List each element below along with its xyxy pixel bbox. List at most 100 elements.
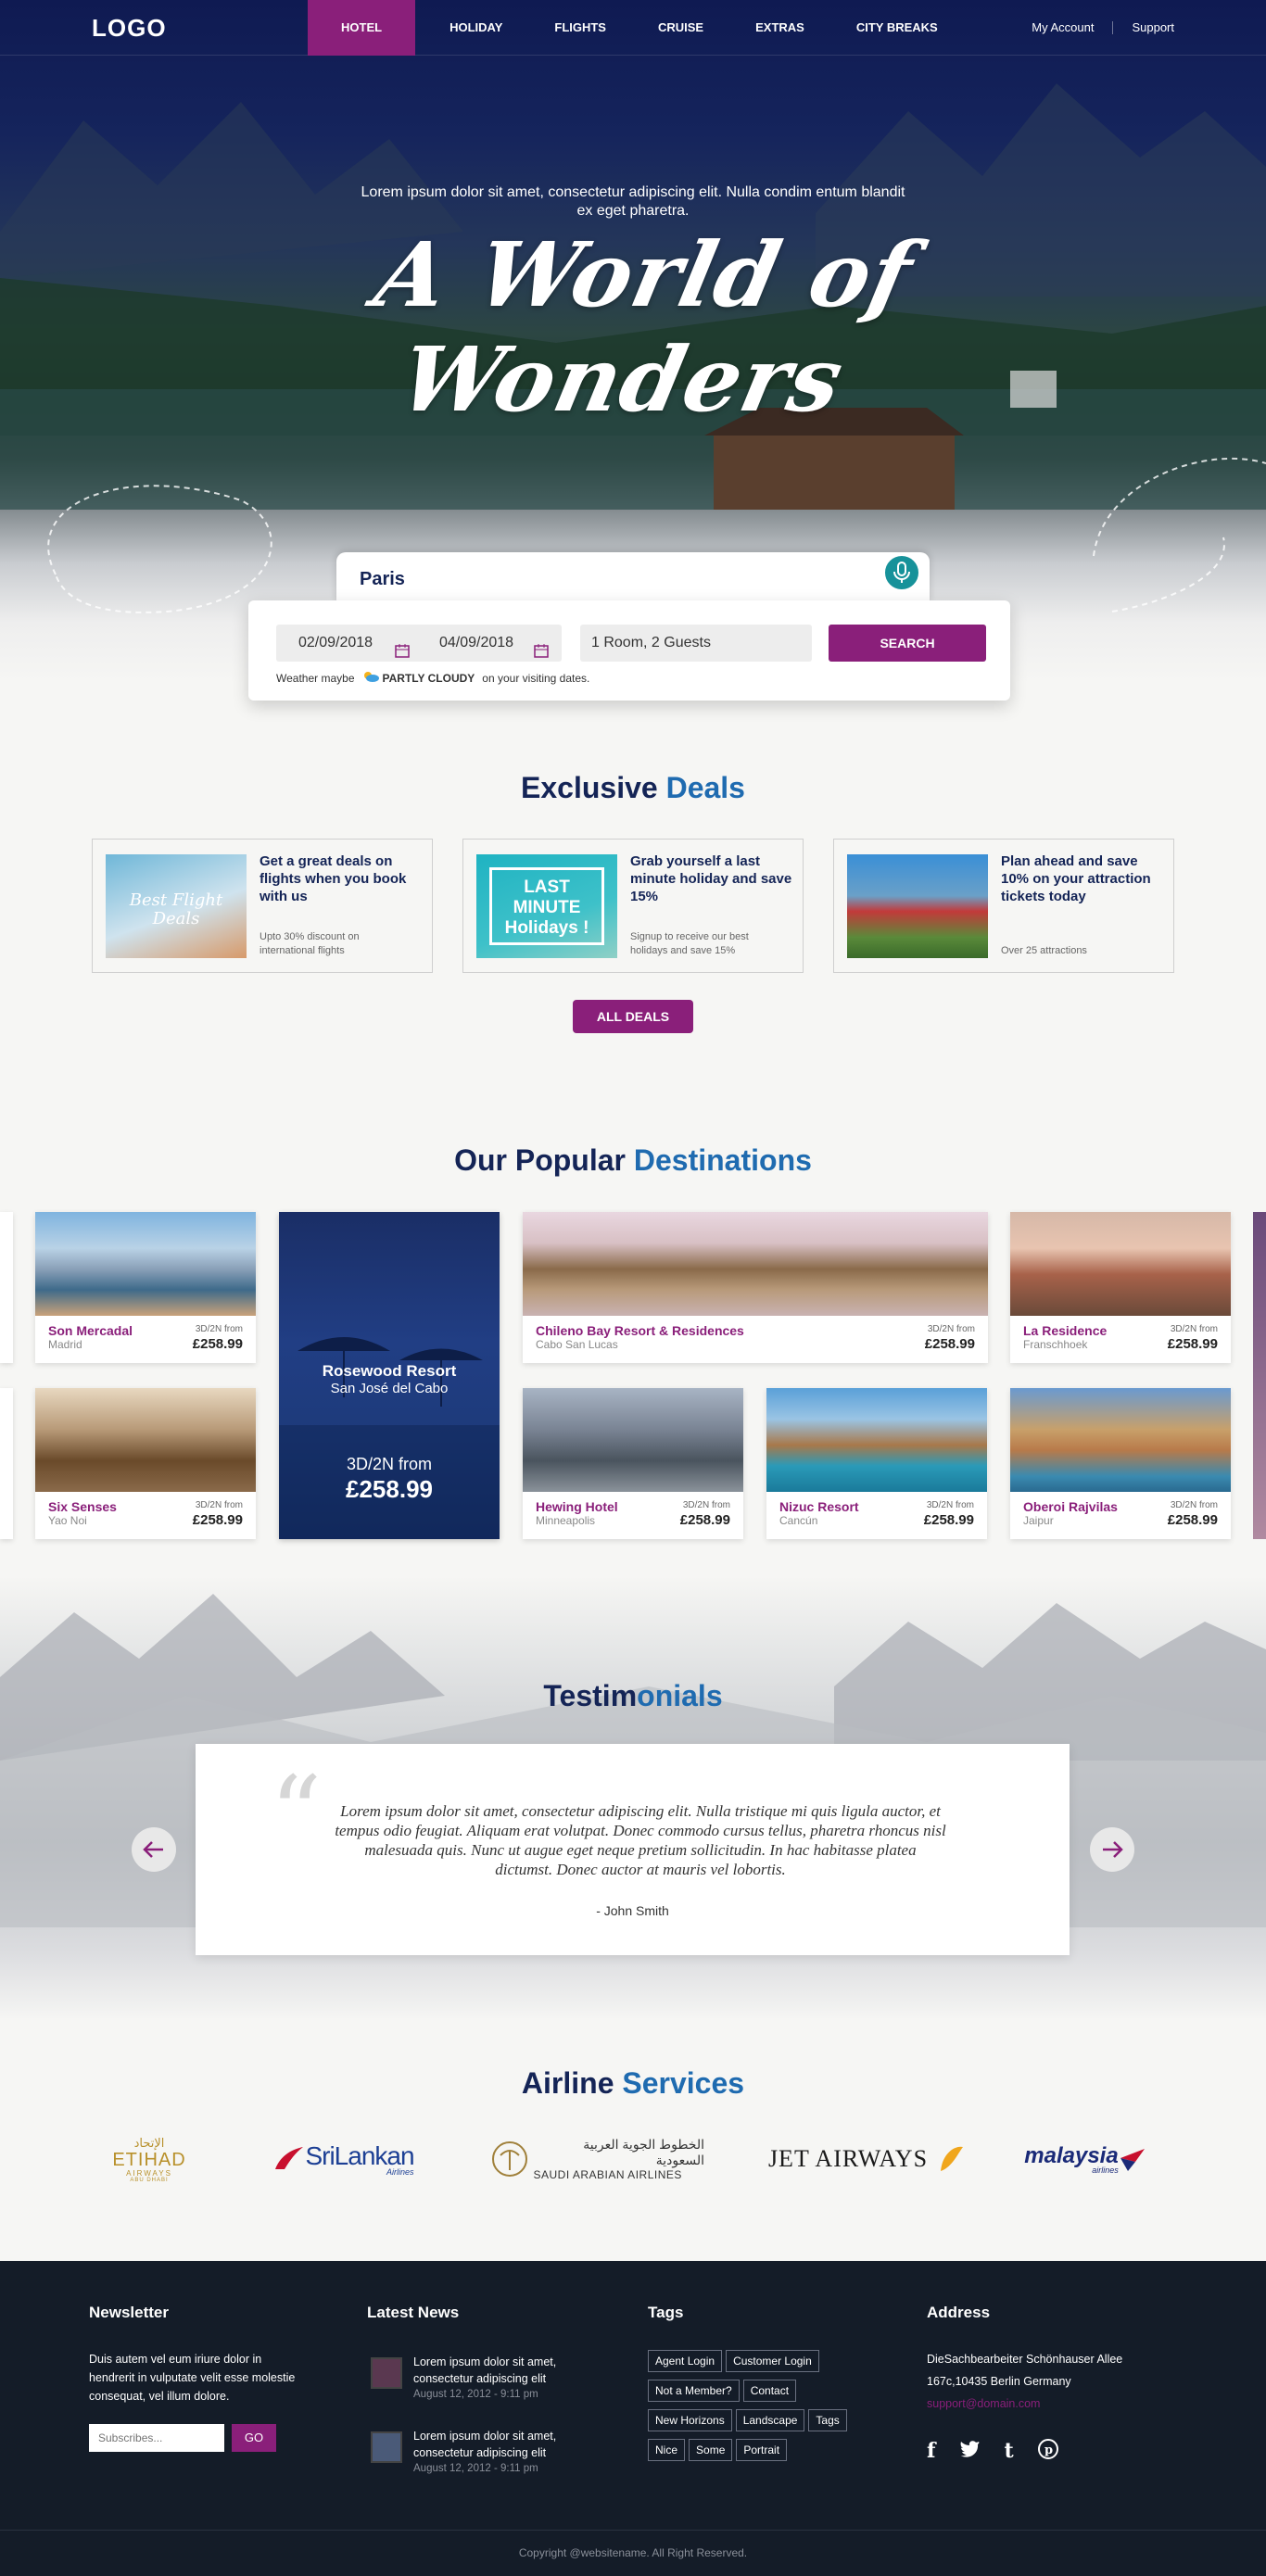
hero-subtitle: Lorem ipsum dolor sit amet, consectetur … <box>361 184 905 219</box>
destination-image <box>1010 1212 1231 1316</box>
tag-new-horizons[interactable]: New Horizons <box>648 2409 732 2431</box>
social-links: f t p <box>927 2439 1058 2465</box>
destination-card[interactable]: Oberoi Rajvilas Jaipur 3D/2N from £258.9… <box>1010 1388 1231 1539</box>
microphone-icon[interactable] <box>881 552 922 593</box>
tag-nice[interactable]: Nice <box>648 2439 686 2461</box>
destination-image <box>766 1388 987 1492</box>
featured-location: San José del Cabo <box>330 1381 449 1396</box>
etihad-arabic: الإتحاد <box>133 2135 165 2150</box>
deal-title[interactable]: Grab yourself a last minute holiday and … <box>630 852 797 905</box>
deal-card[interactable]: Plan ahead and save 10% on your attracti… <box>833 839 1174 973</box>
tag-landscape[interactable]: Landscape <box>735 2409 805 2431</box>
destination-location: Franschhoek <box>1023 1338 1088 1351</box>
destination-card[interactable]: Hewing Hotel Minneapolis 3D/2N from £258… <box>523 1388 743 1539</box>
saudi-logo[interactable]: الخطوط الجوية العربية السعودية SAUDI ARA… <box>491 2131 704 2187</box>
checkin-date[interactable]: 02/09/2018 <box>298 625 373 662</box>
destination-search[interactable]: Paris <box>336 552 930 604</box>
support-email[interactable]: support@domain.com <box>927 2394 1040 2413</box>
destination-name: Oberoi Rajvilas <box>1023 1499 1118 1514</box>
calendar-icon[interactable] <box>534 636 549 658</box>
date-range-field[interactable]: 02/09/2018 04/09/2018 <box>276 625 562 662</box>
partial-card-left[interactable] <box>0 1388 13 1539</box>
destination-card[interactable]: Nizuc Resort Cancún 3D/2N from £258.99 <box>766 1388 987 1539</box>
tag-contact[interactable]: Contact <box>742 2380 797 2402</box>
tag-agent-login[interactable]: Agent Login <box>648 2350 723 2372</box>
divider <box>1112 20 1114 34</box>
tag-some[interactable]: Some <box>689 2439 733 2461</box>
my-account-link[interactable]: My Account <box>1032 20 1094 34</box>
deal-card[interactable]: Best Flight Deals Get a great deals on f… <box>92 839 433 973</box>
destination-image <box>35 1212 256 1316</box>
menu-cruise[interactable]: CRUISE <box>640 0 721 56</box>
destination-image <box>35 1388 256 1492</box>
tag-portrait[interactable]: Portrait <box>736 2439 788 2461</box>
news-title[interactable]: Lorem ipsum dolor sit amet, consectetur … <box>413 2428 580 2461</box>
deal-card[interactable]: LAST MINUTE Holidays ! Grab yourself a l… <box>462 839 804 973</box>
guests-field[interactable]: 1 Room, 2 Guests <box>580 625 812 662</box>
calendar-icon[interactable] <box>395 636 410 658</box>
deal-image-text: Best Flight Deals <box>129 890 223 928</box>
price-prefix: 3D/2N from <box>1170 1324 1218 1334</box>
destination-name: Chileno Bay Resort & Residences <box>536 1323 744 1338</box>
search-panel: 02/09/2018 04/09/2018 1 Room, 2 Guests S… <box>248 600 1010 701</box>
news-title[interactable]: Lorem ipsum dolor sit amet, consectetur … <box>413 2354 580 2387</box>
menu-flights[interactable]: FLIGHTS <box>537 0 624 56</box>
airlines-heading-b: Services <box>622 2066 745 2100</box>
tumblr-icon[interactable]: t <box>1004 2439 1013 2465</box>
newsletter-email-input[interactable] <box>89 2424 224 2452</box>
deal-image-text: LAST MINUTE Holidays ! <box>489 867 604 945</box>
menu-extras[interactable]: EXTRAS <box>738 0 822 56</box>
site-logo[interactable]: LOGO <box>92 14 167 43</box>
partial-card-left[interactable] <box>0 1212 13 1363</box>
prev-arrow-icon[interactable] <box>132 1827 176 1872</box>
featured-name: Rosewood Resort <box>322 1362 457 1380</box>
destination-card[interactable]: Six Senses Yao Noi 3D/2N from £258.99 <box>35 1388 256 1539</box>
facebook-icon[interactable]: f <box>927 2439 935 2465</box>
news-item[interactable]: Lorem ipsum dolor sit amet, consectetur … <box>367 2354 589 2406</box>
support-link[interactable]: Support <box>1132 20 1174 34</box>
pinterest-icon[interactable]: p <box>1037 2439 1058 2465</box>
newsletter-submit-button[interactable]: GO <box>232 2424 276 2452</box>
quote-icon: “ <box>270 1754 323 1873</box>
deal-title[interactable]: Plan ahead and save 10% on your attracti… <box>1001 852 1168 905</box>
all-deals-button[interactable]: ALL DEALS <box>573 1000 693 1033</box>
srilankan-logo[interactable]: SriLankan Airlines <box>264 2131 422 2187</box>
news-thumbnail <box>371 2357 402 2389</box>
price-prefix: 3D/2N from <box>926 1500 974 1510</box>
tag-cloud: Agent Login Customer Login Not a Member? Co… <box>648 2350 870 2469</box>
etihad-logo[interactable]: الإتحاد ETIHAD AIRWAYS ABU DHABI <box>92 2131 207 2187</box>
destination-value[interactable]: Paris <box>360 569 405 590</box>
destination-card[interactable]: Son Mercadal Madrid 3D/2N from £258.99 <box>35 1212 256 1363</box>
etihad-name: ETIHAD <box>112 2149 186 2170</box>
tag-not-a-member[interactable]: Not a Member? <box>648 2380 740 2402</box>
footer-divider <box>0 2530 1266 2531</box>
testimonial-card: “ Lorem ipsum dolor sit amet, consectetu… <box>196 1744 1070 1955</box>
news-date: August 12, 2012 - 9:11 pm <box>413 2389 538 2400</box>
hero-title: A World of Wonders <box>366 222 922 432</box>
destination-card[interactable]: Chileno Bay Resort & Residences Cabo San… <box>523 1212 988 1363</box>
partial-card-right[interactable] <box>1253 1212 1266 1539</box>
destination-card[interactable]: La Residence Franschhoek 3D/2N from £258… <box>1010 1212 1231 1363</box>
twitter-icon[interactable] <box>959 2439 980 2465</box>
deal-image: Best Flight Deals <box>106 854 247 958</box>
testimonials-heading-a: Testim <box>543 1679 638 1712</box>
search-button[interactable]: SEARCH <box>829 625 986 662</box>
destination-location: Madrid <box>48 1338 82 1351</box>
next-arrow-icon[interactable] <box>1090 1827 1134 1872</box>
destination-image <box>523 1212 988 1316</box>
menu-holiday[interactable]: HOLIDAY <box>432 0 520 56</box>
price-prefix: 3D/2N from <box>927 1324 975 1334</box>
malaysia-logo[interactable]: malaysia airlines <box>1014 2131 1157 2187</box>
featured-destination[interactable]: Rosewood Resort San José del Cabo 3D/2N … <box>279 1212 500 1539</box>
menu-city-breaks[interactable]: CITY BREAKS <box>839 0 956 56</box>
price-prefix: 3D/2N from <box>682 1500 730 1510</box>
deal-title[interactable]: Get a great deals on flights when you bo… <box>260 852 426 905</box>
destinations-heading: Our Popular Destinations <box>0 1143 1266 1178</box>
tag-tags[interactable]: Tags <box>808 2409 847 2431</box>
news-item[interactable]: Lorem ipsum dolor sit amet, consectetur … <box>367 2428 589 2480</box>
checkout-date[interactable]: 04/09/2018 <box>439 625 513 662</box>
destinations-heading-b: Destinations <box>633 1143 812 1177</box>
tag-customer-login[interactable]: Customer Login <box>726 2350 819 2372</box>
menu-hotel[interactable]: HOTEL <box>308 0 416 56</box>
jet-airways-logo[interactable]: JET AIRWAYS <box>767 2131 966 2187</box>
